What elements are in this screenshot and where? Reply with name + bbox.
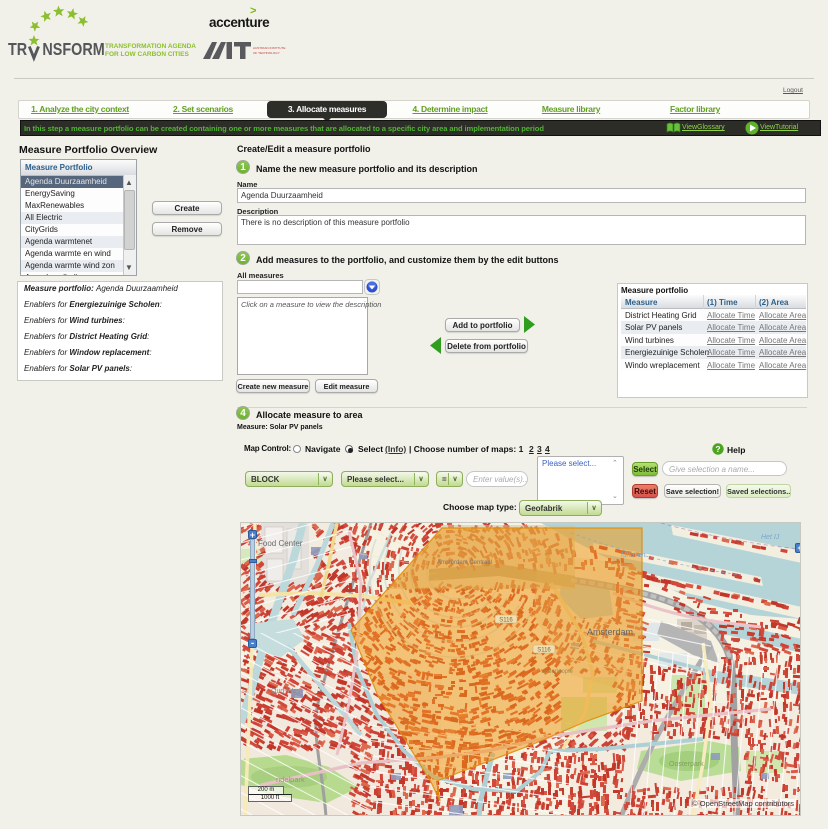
svg-text:OF TECHNOLOGY: OF TECHNOLOGY <box>253 51 280 55</box>
svg-text:Het IJ: Het IJ <box>761 534 780 541</box>
svg-text:TRANSFORMATION AGENDA: TRANSFORMATION AGENDA <box>105 43 196 50</box>
svg-text:S116: S116 <box>537 648 551 654</box>
svg-text:Amsterdam Centraal: Amsterdam Centraal <box>437 560 492 566</box>
svg-text:NSFORM: NSFORM <box>42 40 104 60</box>
svg-text:ndelpark: ndelpark <box>276 775 305 784</box>
svg-text:?: ? <box>715 444 720 454</box>
svg-text:TR: TR <box>8 40 27 60</box>
svg-text:S116: S116 <box>499 618 513 624</box>
svg-text:AUSTRIAN INSTITUTE: AUSTRIAN INSTITUTE <box>253 46 286 50</box>
svg-text:IJhaven: IJhaven <box>621 552 646 559</box>
svg-text:Waterloople: Waterloople <box>541 669 573 675</box>
svg-text:Oosterpark: Oosterpark <box>669 761 704 768</box>
svg-text:Oud-West: Oud-West <box>271 688 302 695</box>
svg-text:FOR LOW CARBON CITIES: FOR LOW CARBON CITIES <box>105 51 189 58</box>
svg-text:Food Center: Food Center <box>258 539 303 548</box>
svg-text:Amsterdam: Amsterdam <box>587 627 633 637</box>
